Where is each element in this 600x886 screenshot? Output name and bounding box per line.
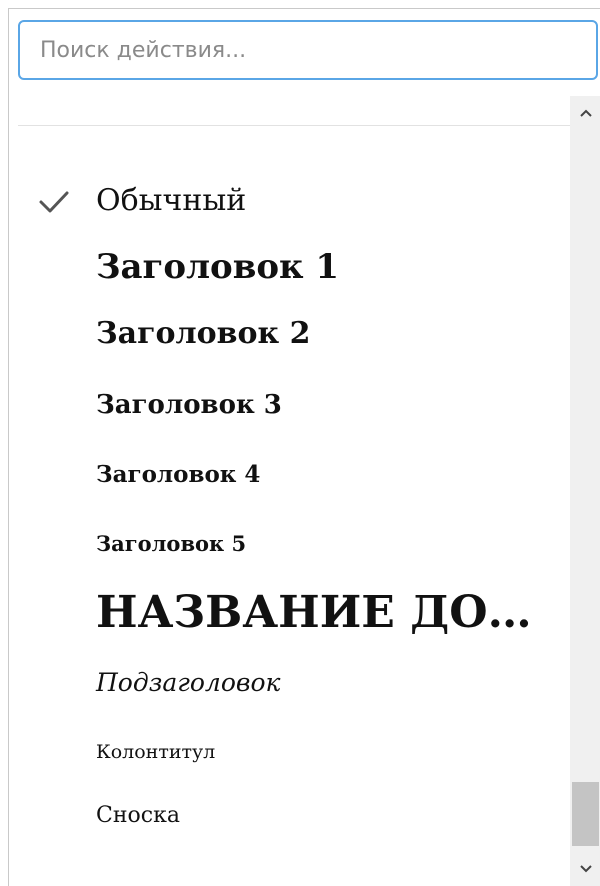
- chevron-up-icon: [579, 109, 592, 117]
- style-item-heading-2[interactable]: Заголовок 2: [9, 309, 565, 365]
- checkmark-icon: [39, 191, 69, 213]
- style-item-footnote[interactable]: Сноска: [9, 793, 565, 841]
- chevron-down-icon: [579, 865, 592, 873]
- style-item-heading-1[interactable]: Заголовок 1: [9, 239, 565, 299]
- scroll-down-button[interactable]: [570, 852, 600, 886]
- style-item-label: НАЗВАНИЕ ДО…: [96, 587, 532, 638]
- style-picker-panel: Обычный Заголовок 1 Заголовок 2 Заголово…: [8, 8, 600, 886]
- style-item-label: Заголовок 3: [96, 390, 282, 420]
- style-item-label: Заголовок 1: [96, 247, 340, 287]
- style-item-label: Колонтитул: [96, 741, 216, 763]
- scroll-up-button[interactable]: [570, 96, 600, 130]
- style-item-title[interactable]: НАЗВАНИЕ ДО…: [9, 581, 565, 653]
- style-item-heading-5[interactable]: Заголовок 5: [9, 519, 565, 569]
- style-item-label: Сноска: [96, 803, 180, 828]
- style-item-heading-3[interactable]: Заголовок 3: [9, 381, 565, 433]
- style-item-heading-4[interactable]: Заголовок 4: [9, 451, 565, 501]
- search-input[interactable]: [18, 20, 598, 80]
- scrollbar-thumb[interactable]: [572, 782, 599, 846]
- style-item-label: Обычный: [96, 183, 247, 218]
- divider: [18, 125, 570, 126]
- style-item-label: Подзаголовок: [96, 668, 281, 697]
- style-item-subtitle[interactable]: Подзаголовок: [9, 659, 565, 709]
- style-item-header-footer[interactable]: Колонтитул: [9, 729, 565, 777]
- style-item-label: Заголовок 4: [96, 461, 261, 488]
- style-item-label: Заголовок 2: [96, 316, 311, 351]
- vertical-scrollbar[interactable]: [570, 96, 600, 886]
- style-item-normal[interactable]: Обычный: [9, 175, 565, 227]
- style-item-label: Заголовок 5: [96, 531, 247, 556]
